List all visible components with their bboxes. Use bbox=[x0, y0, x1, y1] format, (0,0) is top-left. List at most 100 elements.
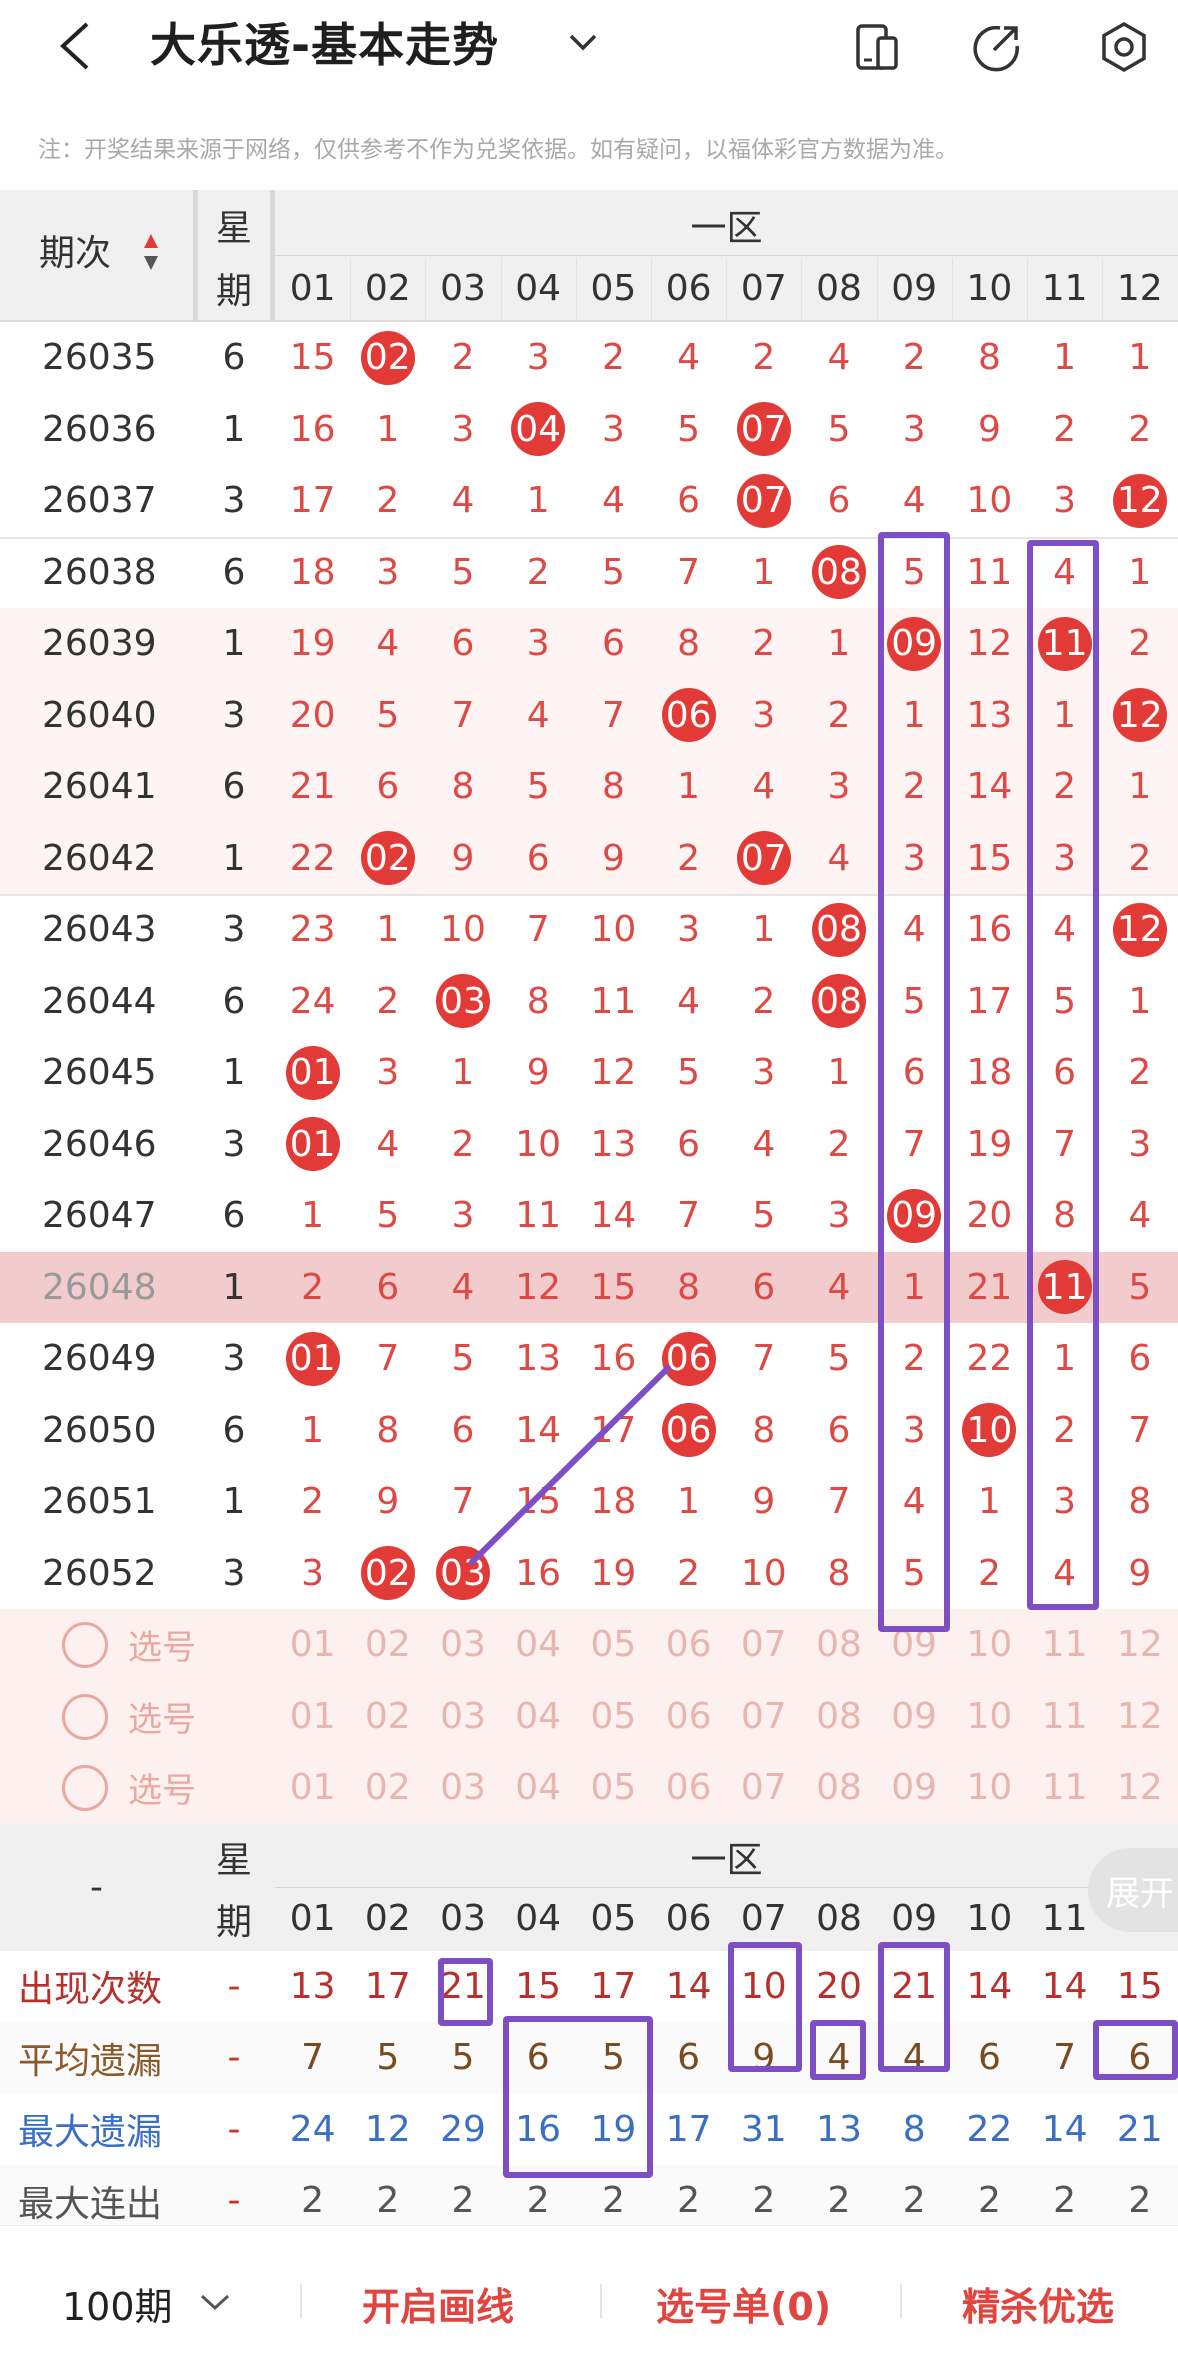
miss-count[interactable]: 21 bbox=[952, 1252, 1027, 1324]
miss-count[interactable]: 13 bbox=[576, 1109, 651, 1181]
number-cell[interactable]: 12 bbox=[1102, 680, 1177, 752]
miss-count[interactable]: 5 bbox=[350, 680, 425, 752]
number-cell[interactable]: 10 bbox=[952, 1395, 1027, 1467]
miss-count[interactable]: 2 bbox=[801, 1109, 876, 1181]
select-number[interactable]: 07 bbox=[726, 1681, 801, 1753]
miss-count[interactable]: 9 bbox=[1102, 1538, 1177, 1610]
miss-count[interactable]: 7 bbox=[425, 680, 500, 752]
miss-count[interactable]: 1 bbox=[651, 751, 726, 823]
select-number[interactable]: 11 bbox=[1027, 1609, 1102, 1681]
chevron-down-icon[interactable] bbox=[198, 2290, 232, 2314]
miss-count[interactable]: 3 bbox=[501, 608, 576, 680]
miss-count[interactable]: 22 bbox=[952, 1323, 1027, 1395]
miss-count[interactable]: 5 bbox=[576, 537, 651, 609]
number-cell[interactable]: 03 bbox=[425, 966, 500, 1038]
miss-count[interactable]: 3 bbox=[726, 680, 801, 752]
select-number[interactable]: 05 bbox=[576, 1609, 651, 1681]
miss-count[interactable]: 16 bbox=[952, 894, 1027, 966]
miss-count[interactable]: 2 bbox=[651, 823, 726, 895]
miss-count[interactable]: 3 bbox=[425, 1180, 500, 1252]
miss-count[interactable]: 5 bbox=[801, 394, 876, 466]
miss-count[interactable]: 7 bbox=[726, 1323, 801, 1395]
miss-count[interactable]: 18 bbox=[952, 1037, 1027, 1109]
miss-count[interactable]: 16 bbox=[576, 1323, 651, 1395]
miss-count[interactable]: 11 bbox=[952, 537, 1027, 609]
miss-count[interactable]: 1 bbox=[651, 1466, 726, 1538]
miss-count[interactable]: 4 bbox=[350, 608, 425, 680]
miss-count[interactable]: 1 bbox=[350, 394, 425, 466]
number-cell[interactable]: 03 bbox=[425, 1538, 500, 1610]
miss-count[interactable]: 4 bbox=[350, 1109, 425, 1181]
miss-count[interactable]: 3 bbox=[801, 1180, 876, 1252]
miss-count[interactable]: 7 bbox=[651, 1180, 726, 1252]
miss-count[interactable]: 2 bbox=[726, 966, 801, 1038]
miss-count[interactable]: 17 bbox=[952, 966, 1027, 1038]
miss-count[interactable]: 6 bbox=[350, 751, 425, 823]
miss-count[interactable]: 9 bbox=[350, 1466, 425, 1538]
miss-count[interactable]: 7 bbox=[350, 1323, 425, 1395]
miss-count[interactable]: 10 bbox=[501, 1109, 576, 1181]
number-cell[interactable]: 08 bbox=[801, 537, 876, 609]
miss-count[interactable]: 6 bbox=[801, 1395, 876, 1467]
miss-count[interactable]: 10 bbox=[952, 465, 1027, 537]
number-cell[interactable]: 12 bbox=[1102, 894, 1177, 966]
select-number[interactable]: 05 bbox=[576, 1681, 651, 1753]
select-number[interactable]: 04 bbox=[501, 1752, 576, 1824]
miss-count[interactable]: 11 bbox=[501, 1180, 576, 1252]
radio-button[interactable] bbox=[62, 1765, 108, 1811]
miss-count[interactable]: 2 bbox=[1102, 394, 1177, 466]
miss-count[interactable]: 6 bbox=[651, 1109, 726, 1181]
miss-count[interactable]: 9 bbox=[576, 823, 651, 895]
miss-count[interactable]: 2 bbox=[275, 1252, 350, 1324]
select-number[interactable]: 02 bbox=[350, 1609, 425, 1681]
select-number[interactable]: 01 bbox=[275, 1681, 350, 1753]
miss-count[interactable]: 8 bbox=[801, 1538, 876, 1610]
miss-count[interactable]: 19 bbox=[576, 1538, 651, 1610]
miss-count[interactable]: 2 bbox=[275, 1466, 350, 1538]
miss-count[interactable]: 3 bbox=[726, 1037, 801, 1109]
select-number[interactable]: 05 bbox=[576, 1752, 651, 1824]
miss-count[interactable]: 17 bbox=[275, 465, 350, 537]
select-number[interactable]: 09 bbox=[877, 1752, 952, 1824]
miss-count[interactable]: 2 bbox=[726, 322, 801, 394]
miss-count[interactable]: 2 bbox=[877, 322, 952, 394]
radio-button[interactable] bbox=[62, 1693, 108, 1740]
miss-count[interactable]: 6 bbox=[726, 1252, 801, 1324]
select-number[interactable]: 01 bbox=[275, 1609, 350, 1681]
miss-count[interactable]: 7 bbox=[576, 680, 651, 752]
miss-count[interactable]: 2 bbox=[350, 465, 425, 537]
miss-count[interactable]: 1 bbox=[801, 608, 876, 680]
select-number[interactable]: 08 bbox=[801, 1681, 876, 1753]
miss-count[interactable]: 2 bbox=[1102, 608, 1177, 680]
select-number[interactable]: 04 bbox=[501, 1609, 576, 1681]
miss-count[interactable]: 19 bbox=[275, 608, 350, 680]
miss-count[interactable]: 6 bbox=[501, 823, 576, 895]
number-cell[interactable]: 08 bbox=[801, 966, 876, 1038]
select-number[interactable]: 09 bbox=[877, 1681, 952, 1753]
miss-count[interactable]: 16 bbox=[501, 1538, 576, 1610]
select-number[interactable]: 06 bbox=[651, 1681, 726, 1753]
miss-count[interactable]: 1 bbox=[801, 1037, 876, 1109]
number-cell[interactable]: 04 bbox=[501, 394, 576, 466]
select-number[interactable]: 03 bbox=[425, 1609, 500, 1681]
miss-count[interactable]: 5 bbox=[350, 1180, 425, 1252]
number-cell[interactable]: 01 bbox=[275, 1037, 350, 1109]
miss-count[interactable]: 1 bbox=[1102, 966, 1177, 1038]
miss-count[interactable]: 20 bbox=[275, 680, 350, 752]
miss-count[interactable]: 12 bbox=[501, 1252, 576, 1324]
number-cell[interactable]: 06 bbox=[651, 680, 726, 752]
miss-count[interactable]: 3 bbox=[350, 1037, 425, 1109]
select-number[interactable]: 08 bbox=[801, 1752, 876, 1824]
miss-count[interactable]: 11 bbox=[576, 966, 651, 1038]
select-number[interactable]: 07 bbox=[726, 1752, 801, 1824]
select-number[interactable]: 10 bbox=[952, 1609, 1027, 1681]
miss-count[interactable]: 3 bbox=[576, 394, 651, 466]
miss-count[interactable]: 7 bbox=[425, 1466, 500, 1538]
miss-count[interactable]: 10 bbox=[726, 1538, 801, 1610]
miss-count[interactable]: 15 bbox=[501, 1466, 576, 1538]
miss-count[interactable]: 7 bbox=[801, 1466, 876, 1538]
miss-count[interactable]: 3 bbox=[501, 322, 576, 394]
radio-button[interactable] bbox=[62, 1622, 108, 1668]
miss-count[interactable]: 9 bbox=[501, 1037, 576, 1109]
select-number[interactable]: 06 bbox=[651, 1752, 726, 1824]
